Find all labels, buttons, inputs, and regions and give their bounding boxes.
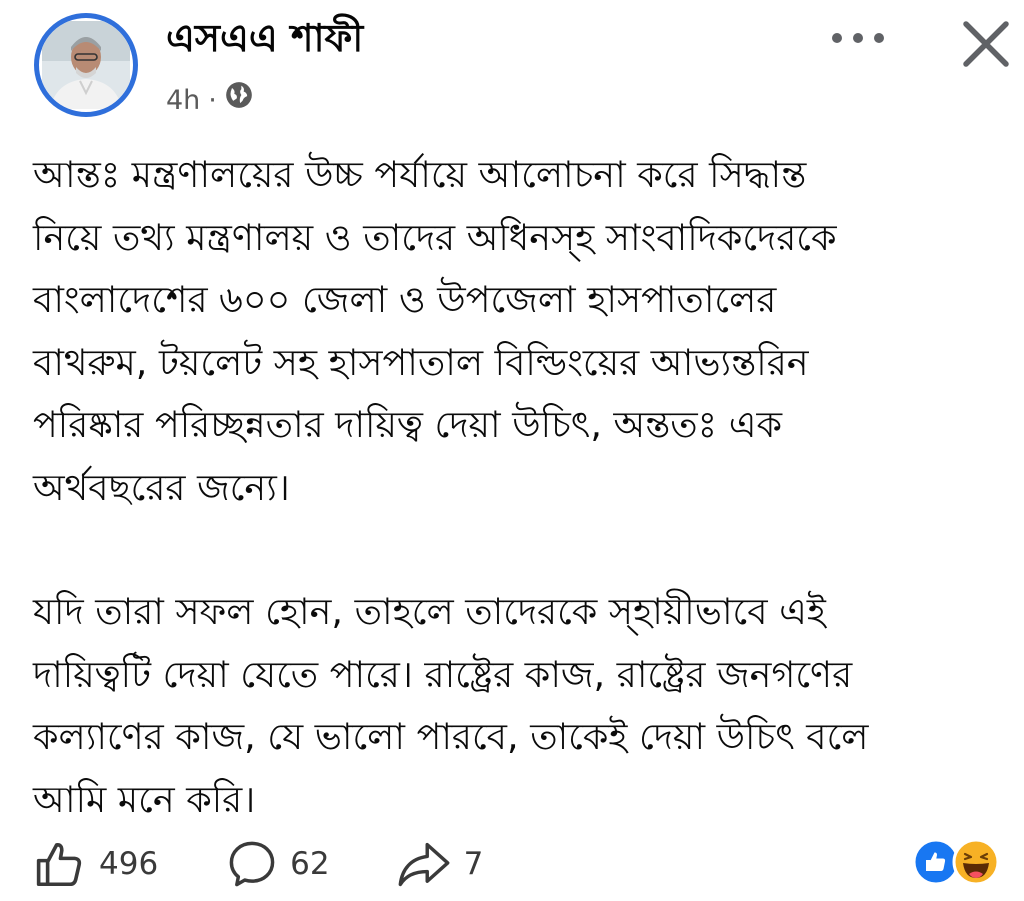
post-text-line: যদি তারা সফল হোন, তাহলে তাদেরকে স্হায়ীভ… xyxy=(33,590,826,633)
thumbs-up-icon xyxy=(36,843,82,887)
post-text-line: অর্থবছরের জন্যে। xyxy=(33,465,290,509)
post-text-line: দায়িত্বটি দেয়া যেতে পারে। রাষ্ট্রের কা… xyxy=(33,652,853,696)
post-text-line: কল্যাণের কাজ, যে ভালো পারবে, তাকেই দেয়া… xyxy=(33,715,869,758)
post-text-line: আন্তঃ মন্ত্রণালয়ের উচ্চ পর্যায়ে আলোচনা… xyxy=(33,153,807,196)
post-text-line: পরিষ্কার পরিচ্ছন্নতার দায়িত্ব দেয়া উচি… xyxy=(33,403,783,446)
post-text-line: বাংলাদেশের ৬০০ জেলা ও উপজেলা হাসপাতালের xyxy=(33,278,777,321)
more-options-button[interactable] xyxy=(826,18,890,58)
more-horizontal-icon xyxy=(832,33,884,43)
avatar-photo xyxy=(42,21,130,109)
close-button[interactable] xyxy=(950,8,1022,80)
like-count: 496 xyxy=(99,846,159,882)
post-text-line: নিয়ে তথ্য মন্ত্রণালয় ও তাদের অধিনস্হ স… xyxy=(33,215,837,259)
comment-count: 62 xyxy=(290,846,330,882)
share-button[interactable]: 7 xyxy=(396,838,484,890)
post-timestamp[interactable]: 4h xyxy=(166,80,200,122)
post-actions: 496 62 7 xyxy=(33,832,483,896)
like-button[interactable]: 496 xyxy=(33,837,158,891)
comment-button[interactable]: 62 xyxy=(226,838,330,890)
haha-reaction-icon xyxy=(952,838,1000,886)
comment-bubble-icon xyxy=(229,841,275,887)
share-count: 7 xyxy=(463,846,484,882)
share-arrow-icon xyxy=(398,842,450,887)
author-avatar[interactable] xyxy=(34,13,138,117)
author-name[interactable]: এসএএ শাফী xyxy=(166,8,363,68)
post-text-line: বাথরুম, টয়লেট সহ হাসপাতাল বিল্ডিংয়ের আ… xyxy=(33,340,809,384)
post-text-line: আমি মনে করি। xyxy=(33,777,256,821)
reaction-summary[interactable] xyxy=(912,838,1000,886)
globe-icon xyxy=(225,80,253,122)
close-icon xyxy=(963,21,1009,67)
post-meta: 4h · xyxy=(166,80,253,122)
meta-separator: · xyxy=(208,85,217,116)
post-body: আন্তঃ মন্ত্রণালয়ের উচ্চ পর্যায়ে আলোচনা… xyxy=(33,144,1013,831)
